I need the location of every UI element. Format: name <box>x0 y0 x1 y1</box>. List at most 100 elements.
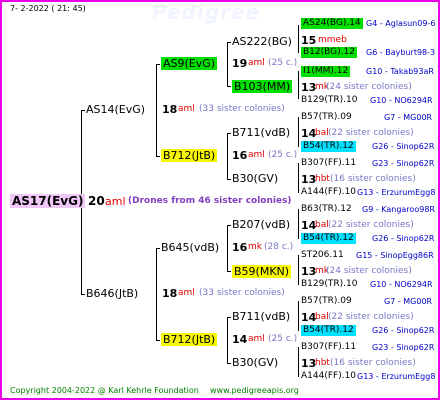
gen1-count: 18 <box>162 103 178 116</box>
gen3-queen[interactable]: B59(MKN) <box>232 265 292 278</box>
connector <box>298 163 299 193</box>
gen1-queen[interactable]: AS14(EvG) <box>86 104 145 115</box>
gen4-ref: G23 - Sinop62R <box>372 159 435 168</box>
gen3-aml: mk <box>248 242 262 252</box>
gen3-queen[interactable]: B103(MM) <box>232 80 293 93</box>
gen4-note: (22 sister colonies) <box>328 312 414 322</box>
site-link[interactable]: www.pedigreeapis.org <box>210 387 299 395</box>
gen4-ref: G4 - Aglasun09-6 <box>366 19 436 28</box>
gen4-queen[interactable]: ST206.11 <box>301 251 344 260</box>
gen4-queen[interactable]: B54(TR).12 <box>301 325 356 336</box>
gen1-queen[interactable]: B646(JtB) <box>86 288 138 299</box>
gen4-count: 15 <box>301 34 317 47</box>
gen4-ref: G13 - ErzurumEgg8 <box>357 372 436 381</box>
connector <box>298 71 299 99</box>
gen4-ref: G7 - MG00R <box>384 113 433 122</box>
gen4-ref: G7 - MG00R <box>384 297 433 306</box>
connector <box>156 156 160 157</box>
gen4-ref: G13 - ErzurumEgg8 <box>357 188 436 197</box>
connector <box>156 64 157 156</box>
gen3-count: 16 <box>232 149 248 162</box>
gen4-queen[interactable]: B57(TR).09 <box>301 113 352 122</box>
gen4-queen[interactable]: AS24(BG).14 <box>301 18 363 29</box>
gen4-queen[interactable]: B307(FF).11 <box>301 343 356 352</box>
root-note: (Drones from 46 sister colonies) <box>128 196 292 206</box>
gen1-count: 18 <box>162 287 178 300</box>
gen3-aml: aml <box>248 58 265 68</box>
gen4-queen[interactable]: A144(FF).10 <box>301 372 356 381</box>
gen3-count: 19 <box>232 57 248 70</box>
copyright: Copyright 2004-2022 @ Karl Kehrle Founda… <box>10 386 199 395</box>
connector <box>81 294 85 295</box>
root-aml: aml <box>105 195 126 208</box>
root-queen[interactable]: AS17(EvG) <box>10 194 86 208</box>
connector <box>227 133 231 134</box>
gen4-aml: bal <box>315 128 329 138</box>
gen4-ref: G10 - NO6294R <box>370 96 433 105</box>
gen4-aml: bal <box>315 312 329 322</box>
connector <box>298 301 299 331</box>
gen4-aml: hbt <box>315 174 330 184</box>
gen4-queen[interactable]: B129(TR).10 <box>301 96 357 105</box>
connector <box>298 209 299 239</box>
gen4-ref: G10 - Takab93aR <box>366 67 434 76</box>
gen3-aml: aml <box>248 150 265 160</box>
gen3-queen[interactable]: AS222(BG) <box>232 36 292 47</box>
gen4-aml: mmeb <box>318 35 347 45</box>
gen1-note: (33 sister colonies) <box>199 288 285 298</box>
connector <box>227 42 231 43</box>
connector <box>298 255 299 285</box>
gen4-ref: G6 - Bayburt98-3 <box>366 48 436 57</box>
gen4-queen[interactable]: B57(TR).09 <box>301 297 352 306</box>
gen2-queen[interactable]: B712(JtB) <box>161 333 218 346</box>
gen4-ref: G10 - NO6294R <box>370 280 433 289</box>
gen3-queen[interactable]: B30(GV) <box>232 357 278 368</box>
gen4-note: (22 sister colonies) <box>328 128 414 138</box>
gen3-aml: aml <box>248 334 265 344</box>
gen3-count: 14 <box>232 333 248 346</box>
gen4-queen[interactable]: B129(TR).10 <box>301 280 357 289</box>
gen3-count: 16 <box>232 241 248 254</box>
gen4-queen[interactable]: B54(TR).12 <box>301 233 356 244</box>
connector <box>298 117 299 147</box>
gen2-queen[interactable]: AS9(EvG) <box>161 57 218 70</box>
gen4-queen[interactable]: B63(TR).12 <box>301 205 352 214</box>
gen4-aml: bal <box>315 220 329 230</box>
gen4-queen[interactable]: I1(MM).12 <box>301 66 351 77</box>
connector <box>298 25 299 53</box>
gen4-queen[interactable]: A144(FF).10 <box>301 188 356 197</box>
gen1-aml: aml <box>178 288 195 298</box>
connector <box>81 110 85 111</box>
gen4-note: (16 sister colonies) <box>330 358 416 368</box>
gen3-note: (25 c.) <box>268 150 298 160</box>
gen3-queen[interactable]: B30(GV) <box>232 173 278 184</box>
gen3-note: (25 c.) <box>268 58 298 68</box>
connector <box>227 317 228 363</box>
gen3-queen[interactable]: B711(vdB) <box>232 311 290 322</box>
connector <box>227 317 231 318</box>
gen1-aml: aml <box>178 104 195 114</box>
gen3-note: (25 c.) <box>268 334 298 344</box>
gen2-queen[interactable]: B712(JtB) <box>161 149 218 162</box>
gen4-queen[interactable]: B54(TR).12 <box>301 141 356 152</box>
gen3-queen[interactable]: B711(vdB) <box>232 127 290 138</box>
connector <box>227 271 231 272</box>
gen4-ref: G26 - Sinop62R <box>372 234 435 243</box>
gen4-ref: G26 - Sinop62R <box>372 142 435 151</box>
gen4-aml: hbt <box>315 358 330 368</box>
gen3-queen[interactable]: B207(vdB) <box>232 219 290 230</box>
gen4-queen[interactable]: B12(BG).12 <box>301 47 357 58</box>
gen4-ref: G23 - Sinop62R <box>372 343 435 352</box>
connector <box>227 225 231 226</box>
gen4-note: (16 sister colonies) <box>330 174 416 184</box>
gen2-queen[interactable]: B645(vdB) <box>161 242 219 253</box>
gen1-note: (33 sister colonies) <box>199 104 285 114</box>
connector <box>156 248 157 340</box>
root-count: 20 <box>88 194 105 208</box>
gen4-note: (22 sister colonies) <box>328 220 414 230</box>
connector <box>156 64 160 65</box>
connector <box>227 42 228 86</box>
connector <box>227 179 231 180</box>
gen4-queen[interactable]: B307(FF).11 <box>301 159 356 168</box>
gen4-note: (24 sister colonies) <box>326 266 412 276</box>
